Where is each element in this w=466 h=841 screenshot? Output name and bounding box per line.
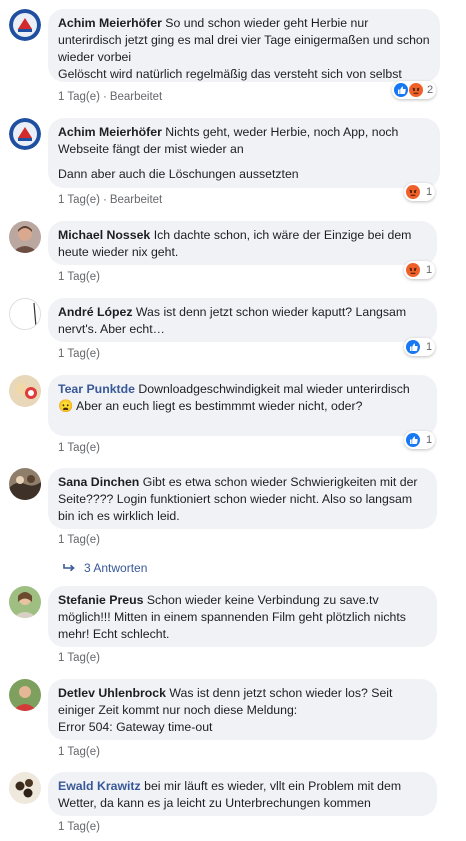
like-icon: [406, 340, 420, 354]
reaction-count: 1: [426, 434, 433, 446]
reactions-badge[interactable]: 1: [404, 261, 436, 279]
comment-meta: 1 Tag(e): [58, 821, 100, 833]
avatar[interactable]: [9, 118, 41, 150]
comment-time[interactable]: 1 Tag(e): [58, 746, 100, 758]
comment-time[interactable]: 1 Tag(e): [58, 534, 100, 546]
avatar[interactable]: [9, 375, 41, 407]
angry-icon: [406, 185, 420, 199]
comment-time[interactable]: 1 Tag(e): [58, 652, 100, 664]
reactions-badge[interactable]: 1: [404, 431, 436, 449]
comment-time[interactable]: 1 Tag(e): [58, 194, 100, 206]
comment-author[interactable]: Ewald Krawitz: [58, 779, 141, 793]
avatar[interactable]: [9, 586, 41, 618]
angry-icon: [406, 263, 420, 277]
comment-text-second-paragraph: Dann aber auch die Löschungen aussetzten: [58, 167, 299, 181]
avatar[interactable]: [9, 9, 41, 41]
reactions-badge[interactable]: 1: [404, 338, 436, 356]
like-icon: [394, 83, 408, 97]
avatar[interactable]: [9, 679, 41, 711]
comment-time[interactable]: 1 Tag(e): [58, 442, 100, 454]
comment-time[interactable]: 1 Tag(e): [58, 348, 100, 360]
comment-author[interactable]: Achim Meierhöfer: [58, 16, 162, 30]
comment-meta: 1 Tag(e): [58, 271, 100, 283]
comment-bubble: Achim Meierhöfer Nichts geht, weder Herb…: [48, 118, 440, 188]
comment-time[interactable]: 1 Tag(e): [58, 271, 100, 283]
comment-time[interactable]: 1 Tag(e): [58, 821, 100, 833]
comment-meta: 1 Tag(e) · Bearbeitet: [58, 91, 163, 103]
comment-time[interactable]: 1 Tag(e): [58, 91, 100, 103]
comment-bubble: Michael Nossek Ich dachte schon, ich wär…: [48, 221, 437, 265]
comment-author[interactable]: Detlev Uhlenbrock: [58, 686, 166, 700]
comment-edited[interactable]: Bearbeitet: [110, 91, 162, 103]
avatar[interactable]: [9, 772, 41, 804]
comment-author[interactable]: Stefanie Preus: [58, 593, 143, 607]
comment-meta: 1 Tag(e): [58, 652, 100, 664]
comment-edited[interactable]: Bearbeitet: [110, 194, 162, 206]
comment-author[interactable]: André López: [58, 305, 132, 319]
angry-icon: [409, 83, 423, 97]
reaction-count: 1: [426, 341, 433, 353]
comment-bubble: Stefanie Preus Schon wieder keine Verbin…: [48, 586, 437, 647]
comment-bubble: Tear Punktde Downloadgeschwindigkeit mal…: [48, 375, 437, 436]
reaction-count: 1: [426, 186, 433, 198]
comment-meta: 1 Tag(e): [58, 534, 100, 546]
comment-author[interactable]: Michael Nossek: [58, 228, 150, 242]
comment-meta: 1 Tag(e): [58, 746, 100, 758]
comment-meta: 1 Tag(e): [58, 348, 100, 360]
comment-meta: 1 Tag(e): [58, 442, 100, 454]
comment-bubble: Sana Dinchen Gibt es etwa schon wieder S…: [48, 468, 437, 529]
comment-author[interactable]: Tear Punktde: [58, 382, 135, 396]
comment-bubble: Detlev Uhlenbrock Was ist denn jetzt sch…: [48, 679, 437, 740]
avatar[interactable]: [9, 298, 41, 330]
reaction-count: 2: [427, 84, 434, 96]
comment-bubble: Ewald Krawitz bei mir läuft es wieder, v…: [48, 772, 437, 816]
comment-author[interactable]: Achim Meierhöfer: [58, 125, 162, 139]
view-replies-link[interactable]: 3 Antworten: [62, 561, 147, 575]
comment-author[interactable]: Sana Dinchen: [58, 475, 139, 489]
avatar[interactable]: [9, 221, 41, 253]
avatar[interactable]: [9, 468, 41, 500]
reactions-badge[interactable]: 1: [404, 183, 436, 201]
like-icon: [406, 433, 420, 447]
comment-meta: 1 Tag(e) · Bearbeitet: [58, 194, 163, 206]
comment-bubble: Achim Meierhöfer So und schon wieder geh…: [48, 9, 440, 82]
replies-count-label: 3 Antworten: [84, 561, 148, 575]
reaction-count: 1: [426, 264, 433, 276]
comment-bubble: André López Was ist denn jetzt schon wie…: [48, 298, 437, 342]
reactions-badge[interactable]: 2: [392, 81, 437, 99]
reply-arrow-icon: [63, 564, 75, 572]
